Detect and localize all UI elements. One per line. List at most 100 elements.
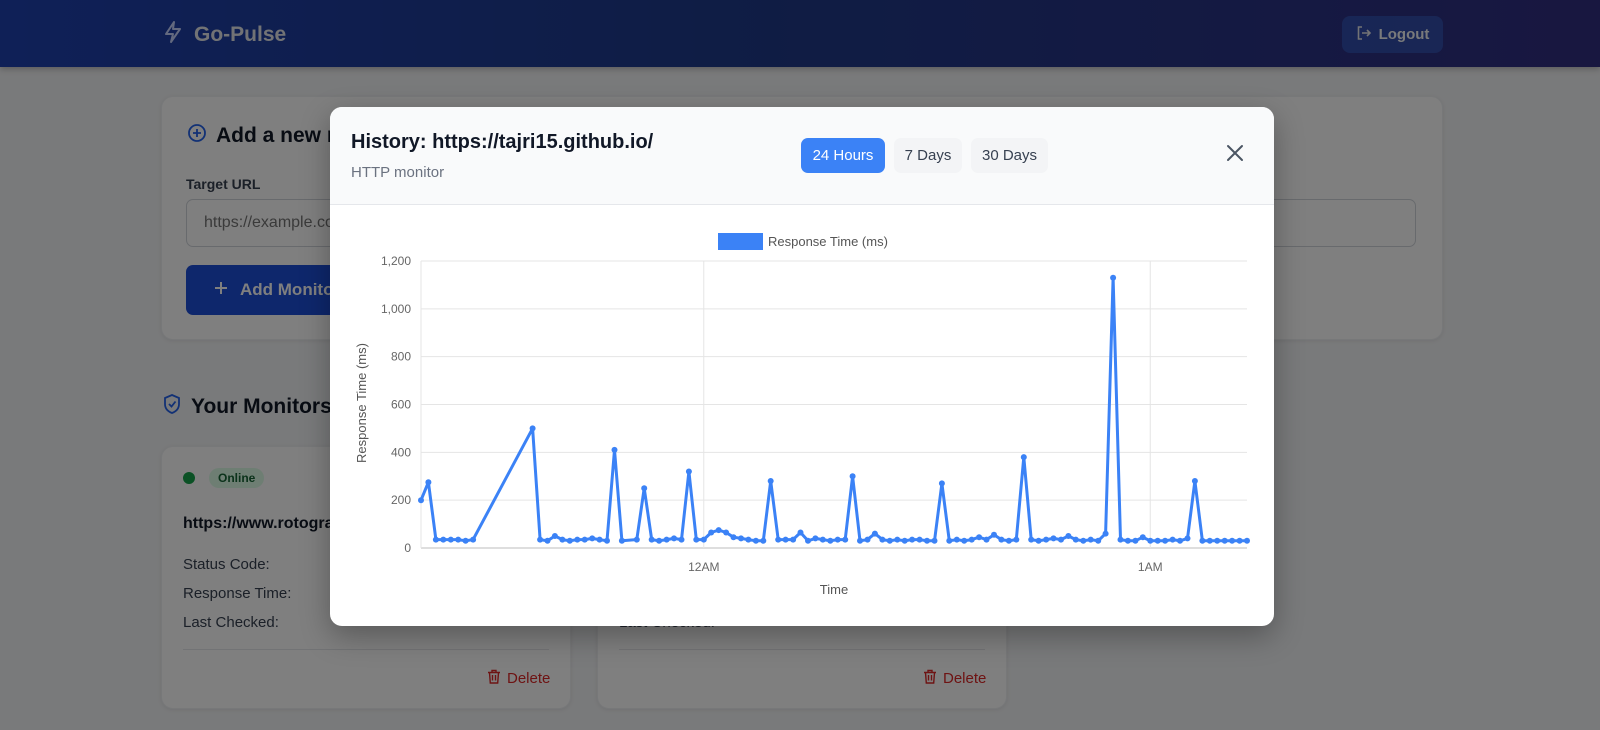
data-point[interactable] [745,536,752,543]
data-point[interactable] [693,536,700,543]
data-point[interactable] [909,536,916,543]
data-point[interactable] [968,536,975,543]
data-point[interactable] [470,536,477,543]
data-point[interactable] [1162,537,1169,544]
data-point[interactable] [1043,536,1050,543]
data-point[interactable] [1154,537,1161,544]
range-24-hours-button[interactable]: 24 Hours [801,138,885,173]
data-point[interactable] [871,530,878,537]
data-point[interactable] [1199,537,1206,544]
data-point[interactable] [775,536,782,543]
data-point[interactable] [715,527,722,534]
data-point[interactable] [1191,478,1198,484]
data-point[interactable] [1080,537,1087,544]
data-point[interactable] [1020,454,1027,461]
data-point[interactable] [1177,537,1183,544]
data-point[interactable] [1095,537,1102,544]
data-point[interactable] [633,536,640,543]
data-point[interactable] [566,537,573,544]
data-point[interactable] [648,536,655,543]
data-point[interactable] [1229,537,1236,544]
data-point[interactable] [544,537,551,544]
data-point[interactable] [596,536,603,543]
data-point[interactable] [767,478,774,484]
data-point[interactable] [1065,533,1072,539]
data-point[interactable] [931,537,938,544]
data-point[interactable] [1072,536,1079,543]
data-point[interactable] [1102,530,1109,537]
data-point[interactable] [886,537,893,544]
data-point[interactable] [1221,537,1228,544]
data-point[interactable] [604,537,610,544]
data-point[interactable] [1139,534,1146,541]
data-point[interactable] [998,536,1005,543]
data-point[interactable] [656,537,663,544]
data-point[interactable] [790,536,797,543]
data-point[interactable] [589,535,596,542]
data-point[interactable] [827,537,834,544]
data-point[interactable] [663,536,670,543]
data-point[interactable] [685,468,692,475]
data-point[interactable] [1035,537,1042,544]
data-point[interactable] [425,479,432,486]
data-point[interactable] [723,529,730,536]
data-point[interactable] [864,536,871,543]
data-point[interactable] [879,536,886,543]
data-point[interactable] [938,480,945,487]
data-point[interactable] [1184,535,1191,542]
data-point[interactable] [1206,537,1213,544]
data-point[interactable] [1236,537,1243,544]
data-point[interactable] [924,537,930,544]
data-point[interactable] [834,536,841,543]
data-point[interactable] [418,497,424,504]
data-point[interactable] [1117,536,1124,543]
data-point[interactable] [559,536,566,543]
data-point[interactable] [537,536,544,543]
data-point[interactable] [857,537,863,544]
data-point[interactable] [611,446,618,453]
close-button[interactable] [1222,142,1248,168]
data-point[interactable] [1124,537,1131,544]
data-point[interactable] [819,536,826,543]
data-point[interactable] [1028,536,1035,543]
data-point[interactable] [1214,537,1221,544]
data-point[interactable] [708,529,715,536]
data-point[interactable] [678,536,685,543]
data-point[interactable] [946,537,953,544]
data-point[interactable] [1050,535,1057,542]
data-point[interactable] [618,537,625,544]
data-point[interactable] [1244,537,1250,544]
data-point[interactable] [760,537,767,544]
data-point[interactable] [462,537,469,544]
data-point[interactable] [953,536,960,543]
data-point[interactable] [961,537,968,544]
data-point[interactable] [842,536,849,543]
data-point[interactable] [805,537,811,544]
data-point[interactable] [901,537,908,544]
data-point[interactable] [1132,537,1139,544]
data-point[interactable] [641,485,648,492]
data-point[interactable] [730,534,737,541]
data-point[interactable] [1087,536,1094,543]
data-point[interactable] [849,473,856,480]
data-point[interactable] [1058,536,1064,543]
data-point[interactable] [447,536,454,543]
data-point[interactable] [976,534,983,541]
data-point[interactable] [551,533,558,539]
data-point[interactable] [1110,274,1117,281]
data-point[interactable] [1005,537,1012,544]
data-point[interactable] [1013,536,1020,543]
data-point[interactable] [440,536,447,543]
data-point[interactable] [983,536,990,543]
data-point[interactable] [432,536,439,543]
data-point[interactable] [455,536,462,543]
data-point[interactable] [700,536,707,543]
data-point[interactable] [738,535,744,542]
data-point[interactable] [894,536,901,543]
range-30-days-button[interactable]: 30 Days [971,138,1048,173]
data-point[interactable] [797,529,804,536]
data-point[interactable] [581,536,588,543]
data-point[interactable] [782,536,789,543]
data-point[interactable] [752,537,759,544]
range-7-days-button[interactable]: 7 Days [894,138,962,173]
